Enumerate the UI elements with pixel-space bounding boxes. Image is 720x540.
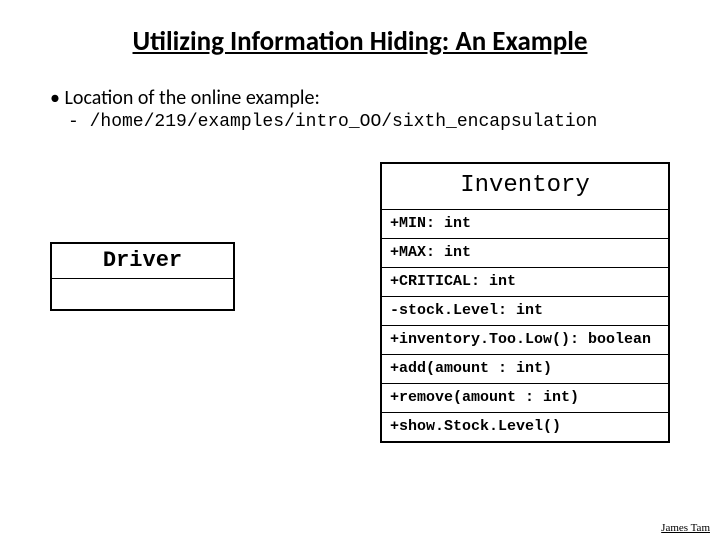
bullet-location: • Location of the online example:: [50, 86, 670, 110]
uml-inventory-row: +show.Stock.Level(): [382, 413, 668, 441]
uml-inventory-row: +MIN: int: [382, 210, 668, 239]
uml-inventory-row: -stock.Level: int: [382, 297, 668, 326]
author-attribution: James Tam: [661, 522, 710, 534]
uml-inventory-row: +remove(amount : int): [382, 384, 668, 413]
uml-driver-body: [52, 279, 233, 309]
uml-inventory-row: +inventory.Too.Low(): boolean: [382, 326, 668, 355]
example-path: - /home/219/examples/intro_OO/sixth_enca…: [68, 112, 670, 132]
uml-class-inventory: Inventory +MIN: int +MAX: int +CRITICAL:…: [380, 162, 670, 443]
uml-diagram: Driver Inventory +MIN: int +MAX: int +CR…: [50, 162, 670, 522]
uml-inventory-row: +CRITICAL: int: [382, 268, 668, 297]
uml-inventory-name: Inventory: [382, 164, 668, 210]
uml-driver-name: Driver: [52, 244, 233, 279]
uml-inventory-row: +add(amount : int): [382, 355, 668, 384]
uml-class-driver: Driver: [50, 242, 235, 311]
uml-inventory-row: +MAX: int: [382, 239, 668, 268]
slide-title: Utilizing Information Hiding: An Example: [50, 25, 670, 58]
